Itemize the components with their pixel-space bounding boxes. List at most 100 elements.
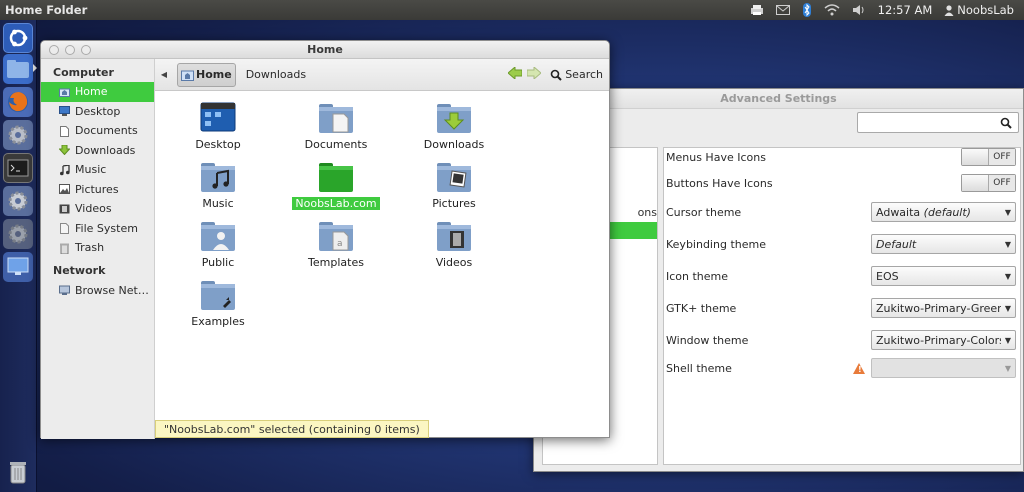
path-button-home[interactable]: Home — [177, 62, 236, 87]
path-scroll-left-icon[interactable]: ◀ — [155, 70, 173, 79]
window-theme-select[interactable]: Zukitwo-Primary-Colors ▼ — [871, 330, 1016, 350]
launcher-files[interactable] — [3, 54, 33, 84]
menus-have-icons-switch[interactable]: OFF — [961, 148, 1016, 166]
film-icon — [59, 204, 70, 214]
file-label: Desktop — [195, 138, 241, 151]
gtk-theme-row: GTK+ theme Zukitwo-Primary-Green ▼ — [666, 297, 1016, 319]
back-arrow-icon[interactable] — [507, 65, 523, 82]
file-item-music[interactable]: Music — [163, 161, 273, 210]
maximize-button[interactable] — [81, 45, 91, 55]
bluetooth-icon[interactable] — [802, 3, 812, 17]
music-folder-icon — [200, 161, 236, 193]
trash-icon — [10, 462, 26, 484]
launcher-terminal[interactable] — [3, 153, 33, 183]
window-theme-label: Window theme — [666, 333, 749, 347]
keybinding-theme-label: Keybinding theme — [666, 237, 766, 251]
launcher-system-settings[interactable] — [3, 186, 33, 216]
file-item-desktop[interactable]: Desktop — [163, 102, 273, 151]
launcher-tweak-tool[interactable] — [3, 219, 33, 249]
advanced-settings-search-input[interactable] — [857, 112, 1019, 133]
top-panel: Home Folder 12:57 AM NoobsLab — [0, 0, 1024, 20]
cursor-theme-select[interactable]: Adwaita (default) ▼ — [871, 202, 1016, 222]
mail-icon[interactable] — [775, 5, 790, 15]
user-icon — [944, 4, 954, 16]
pictures-folder-icon — [436, 161, 472, 193]
file-item-videos[interactable]: Videos — [399, 220, 509, 269]
printer-icon[interactable] — [750, 4, 764, 16]
file-item-public[interactable]: Public — [163, 220, 273, 269]
volume-icon[interactable] — [852, 4, 866, 16]
file-item-pictures[interactable]: Pictures — [399, 161, 509, 210]
file-item-documents[interactable]: Documents — [281, 102, 391, 151]
launcher-settings[interactable] — [3, 120, 33, 150]
terminal-icon — [7, 159, 29, 177]
search-label: Search — [565, 68, 603, 81]
sidebar-item-downloads[interactable]: Downloads — [41, 141, 154, 161]
sidebar-item-label: Home — [75, 85, 108, 99]
file-manager-titlebar[interactable]: Home — [41, 41, 609, 59]
sidebar-item-documents[interactable]: Documents — [41, 121, 154, 141]
cursor-theme-row: Cursor theme Adwaita (default) ▼ — [666, 201, 1016, 223]
sidebar-item-label: Videos — [75, 202, 112, 216]
sidebar-item-desktop[interactable]: Desktop — [41, 102, 154, 122]
launcher-firefox[interactable] — [3, 87, 33, 117]
icon-theme-label: Icon theme — [666, 269, 729, 283]
search-icon — [1000, 117, 1012, 129]
sidebar-item-videos[interactable]: Videos — [41, 199, 154, 219]
file-label: Examples — [191, 315, 245, 328]
keybinding-theme-select[interactable]: Default ▼ — [871, 234, 1016, 254]
file-item-examples[interactable]: Examples — [163, 279, 273, 328]
sidebar-item-file-system[interactable]: File System — [41, 219, 154, 239]
trash-icon — [59, 243, 70, 255]
dropdown-arrow-icon: ▼ — [1004, 303, 1012, 313]
downloads-folder-icon — [436, 102, 472, 134]
sidebar-item-music[interactable]: Music — [41, 160, 154, 180]
file-item-templates[interactable]: a Templates — [281, 220, 391, 269]
dash-home-button[interactable] — [3, 23, 33, 53]
search-icon — [550, 69, 562, 81]
gtk-theme-value: Zukitwo-Primary-Green — [876, 301, 1001, 315]
gear-icon — [8, 125, 28, 145]
file-item-noobslab[interactable]: NoobsLab.com — [281, 161, 391, 210]
close-button[interactable] — [49, 45, 59, 55]
icon-theme-select[interactable]: EOS ▼ — [871, 266, 1016, 286]
svg-text:a: a — [337, 239, 343, 249]
shell-theme-select[interactable]: ▼ — [871, 358, 1016, 378]
file-label: Templates — [308, 256, 364, 269]
forward-arrow-icon[interactable] — [526, 65, 542, 82]
cursor-theme-label: Cursor theme — [666, 205, 742, 219]
icon-theme-row: Icon theme EOS ▼ — [666, 265, 1016, 287]
file-item-downloads[interactable]: Downloads — [399, 102, 509, 151]
launcher-trash[interactable] — [3, 457, 33, 487]
sidebar-item-pictures[interactable]: Pictures — [41, 180, 154, 200]
search-button[interactable]: Search — [550, 68, 603, 81]
status-bar: "NoobsLab.com" selected (containing 0 it… — [155, 420, 429, 438]
category-label-partial[interactable]: ons — [638, 206, 657, 219]
user-menu[interactable]: NoobsLab — [944, 3, 1014, 17]
gtk-theme-label: GTK+ theme — [666, 301, 737, 315]
clock[interactable]: 12:57 AM — [878, 3, 933, 17]
videos-folder-icon — [436, 220, 472, 252]
file-manager-window: Home Computer Home Desktop Documents Dow… — [40, 40, 610, 439]
launcher-workspace-switcher[interactable] — [3, 252, 33, 282]
sidebar-item-trash[interactable]: Trash — [41, 238, 154, 258]
file-manager-toolbar: ◀ Home Downloads Search — [155, 59, 609, 91]
file-grid: Desktop Documents Downloads Music NoobsL… — [155, 92, 609, 420]
file-label: Documents — [304, 138, 368, 151]
sidebar-heading-network: Network — [53, 263, 106, 277]
gtk-theme-select[interactable]: Zukitwo-Primary-Green ▼ — [871, 298, 1016, 318]
sidebar-item-label: Music — [75, 163, 107, 177]
wifi-icon[interactable] — [824, 4, 840, 16]
switch-state: OFF — [989, 149, 1015, 165]
dropdown-arrow-icon: ▼ — [1004, 363, 1012, 373]
minimize-button[interactable] — [65, 45, 75, 55]
cursor-theme-value-suffix: (default) — [923, 205, 971, 219]
file-label: Music — [202, 197, 234, 210]
sidebar-item-browse-network[interactable]: Browse Net… — [41, 281, 154, 301]
gear-icon — [8, 224, 28, 244]
buttons-have-icons-switch[interactable]: OFF — [961, 174, 1016, 192]
examples-folder-icon — [200, 279, 236, 311]
path-button-downloads[interactable]: Downloads — [246, 68, 306, 81]
file-label: Pictures — [432, 197, 476, 210]
sidebar-item-home[interactable]: Home — [41, 82, 154, 102]
